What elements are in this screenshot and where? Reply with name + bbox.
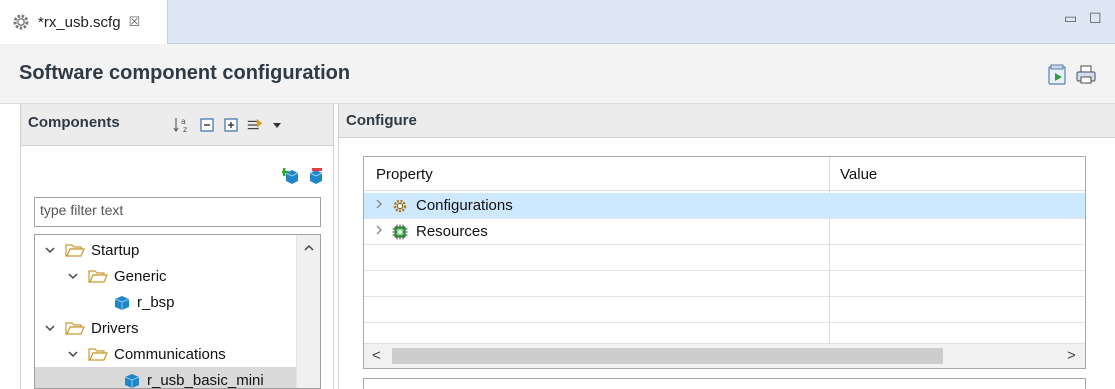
- table-horizontal-scrollbar[interactable]: < >: [364, 343, 1085, 368]
- chevron-right-icon[interactable]: [374, 223, 384, 240]
- editor-tab-bar: *rx_usb.scfg ☒ ▭ ☐: [0, 0, 1115, 44]
- svg-text:z: z: [183, 125, 187, 134]
- tab-label: *rx_usb.scfg: [38, 13, 121, 31]
- minimize-icon[interactable]: ▭: [1064, 10, 1077, 27]
- chevron-right-icon[interactable]: [374, 197, 384, 214]
- tree-item-startup[interactable]: Startup: [35, 237, 297, 263]
- tree-item-label: Generic: [114, 267, 167, 285]
- remove-component-icon[interactable]: [307, 167, 325, 185]
- tree-item-label: Communications: [114, 345, 226, 363]
- chevron-down-icon[interactable]: [66, 269, 80, 283]
- property-row-resources[interactable]: Resources: [364, 219, 1085, 245]
- add-component-icon[interactable]: [282, 167, 300, 185]
- tree-item-drivers[interactable]: Drivers: [35, 315, 297, 341]
- configure-header: Configure: [339, 104, 1115, 138]
- editor-tab[interactable]: *rx_usb.scfg ☒: [0, 0, 168, 44]
- chevron-down-icon[interactable]: [43, 321, 57, 335]
- component-cube-icon: [111, 293, 131, 311]
- tree-item-label: r_usb_basic_mini: [147, 371, 264, 389]
- tree-item-communications[interactable]: Communications: [35, 341, 297, 367]
- column-header-value[interactable]: Value: [840, 166, 877, 183]
- tree-item-generic[interactable]: Generic: [35, 263, 297, 289]
- chevron-down-icon[interactable]: [66, 347, 80, 361]
- filter-icon[interactable]: [246, 116, 264, 134]
- page-title: Software component configuration: [19, 62, 351, 84]
- components-panel: Components a z type filter text Startup …: [20, 104, 334, 389]
- property-row-empty: [364, 297, 1085, 323]
- tree-item-label: Drivers: [91, 319, 139, 337]
- folder-open-icon: [88, 268, 108, 284]
- property-table-header: Property Value: [364, 157, 1085, 191]
- chevron-down-icon[interactable]: [43, 243, 57, 257]
- gear-icon: [10, 11, 32, 33]
- chevron-up-icon[interactable]: [303, 241, 315, 258]
- column-header-property[interactable]: Property: [376, 166, 433, 183]
- generate-code-icon[interactable]: [1047, 64, 1069, 86]
- editor-header: Software component configuration: [0, 44, 1115, 104]
- scroll-left-arrow[interactable]: <: [372, 347, 381, 364]
- property-label: Resources: [416, 223, 488, 240]
- sort-alpha-icon[interactable]: a z: [173, 116, 191, 134]
- tree-item-r-bsp[interactable]: r_bsp: [35, 289, 297, 315]
- tree-item-label: r_bsp: [137, 293, 175, 311]
- components-title: Components: [28, 114, 120, 131]
- scroll-right-arrow[interactable]: >: [1067, 347, 1076, 364]
- property-table: Property Value Configurations Resources …: [363, 156, 1086, 369]
- maximize-icon[interactable]: ☐: [1089, 10, 1102, 27]
- scrollbar-thumb[interactable]: [392, 348, 943, 364]
- property-row-configurations[interactable]: Configurations: [364, 193, 1085, 219]
- property-label: Configurations: [416, 197, 513, 214]
- folder-open-icon: [88, 346, 108, 362]
- dropdown-arrow-icon[interactable]: [268, 116, 286, 134]
- collapse-all-icon[interactable]: [198, 116, 216, 134]
- folder-open-icon: [65, 242, 85, 258]
- print-icon[interactable]: [1075, 64, 1097, 86]
- property-row-empty: [364, 271, 1085, 297]
- expand-all-icon[interactable]: [222, 116, 240, 134]
- tree-vertical-scrollbar[interactable]: [296, 235, 320, 388]
- close-icon[interactable]: ☒: [129, 14, 141, 30]
- configure-panel: Configure Property Value Configurations: [338, 104, 1115, 389]
- tree-item-label: Startup: [91, 241, 140, 259]
- gear-icon: [392, 198, 408, 214]
- component-cube-icon: [121, 371, 141, 388]
- configure-title: Configure: [346, 112, 417, 129]
- property-description-area: [363, 378, 1086, 389]
- components-header: Components a z: [21, 104, 333, 146]
- tree-item-r-usb-basic-mini[interactable]: r_usb_basic_mini: [35, 367, 297, 389]
- folder-open-icon: [65, 320, 85, 336]
- chip-icon: [392, 224, 408, 240]
- property-row-empty: [364, 245, 1085, 271]
- component-tree: Startup Generic r_bsp Drivers Communicat…: [34, 234, 321, 389]
- filter-input[interactable]: type filter text: [34, 197, 321, 227]
